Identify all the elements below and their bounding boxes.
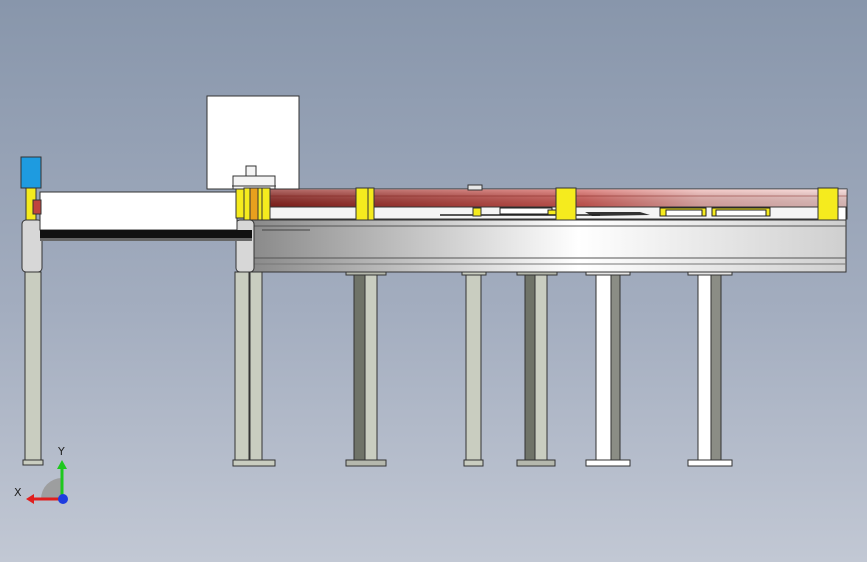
- leg-3: [345, 269, 387, 467]
- support-legs: [22, 269, 733, 467]
- sensor-block: [20, 156, 42, 189]
- bracket-1: [243, 187, 271, 221]
- long-conveyor: [251, 219, 847, 273]
- bracket-3: [555, 187, 577, 221]
- leg-2: [232, 271, 276, 467]
- bracket-2: [355, 187, 375, 221]
- y-axis-label: Y: [57, 445, 65, 458]
- leg-4: [461, 269, 487, 467]
- leg-1: [22, 271, 44, 466]
- cad-viewport[interactable]: X Y: [0, 0, 867, 562]
- short-conveyor: [21, 187, 255, 273]
- x-axis-label: X: [14, 486, 22, 499]
- leg-5: [516, 269, 558, 467]
- conveyor-assembly-drawing[interactable]: X Y: [0, 0, 867, 562]
- leg-7: [687, 269, 733, 467]
- leg-6: [585, 269, 631, 467]
- red-rail: [261, 184, 848, 220]
- motor-box: [206, 95, 300, 190]
